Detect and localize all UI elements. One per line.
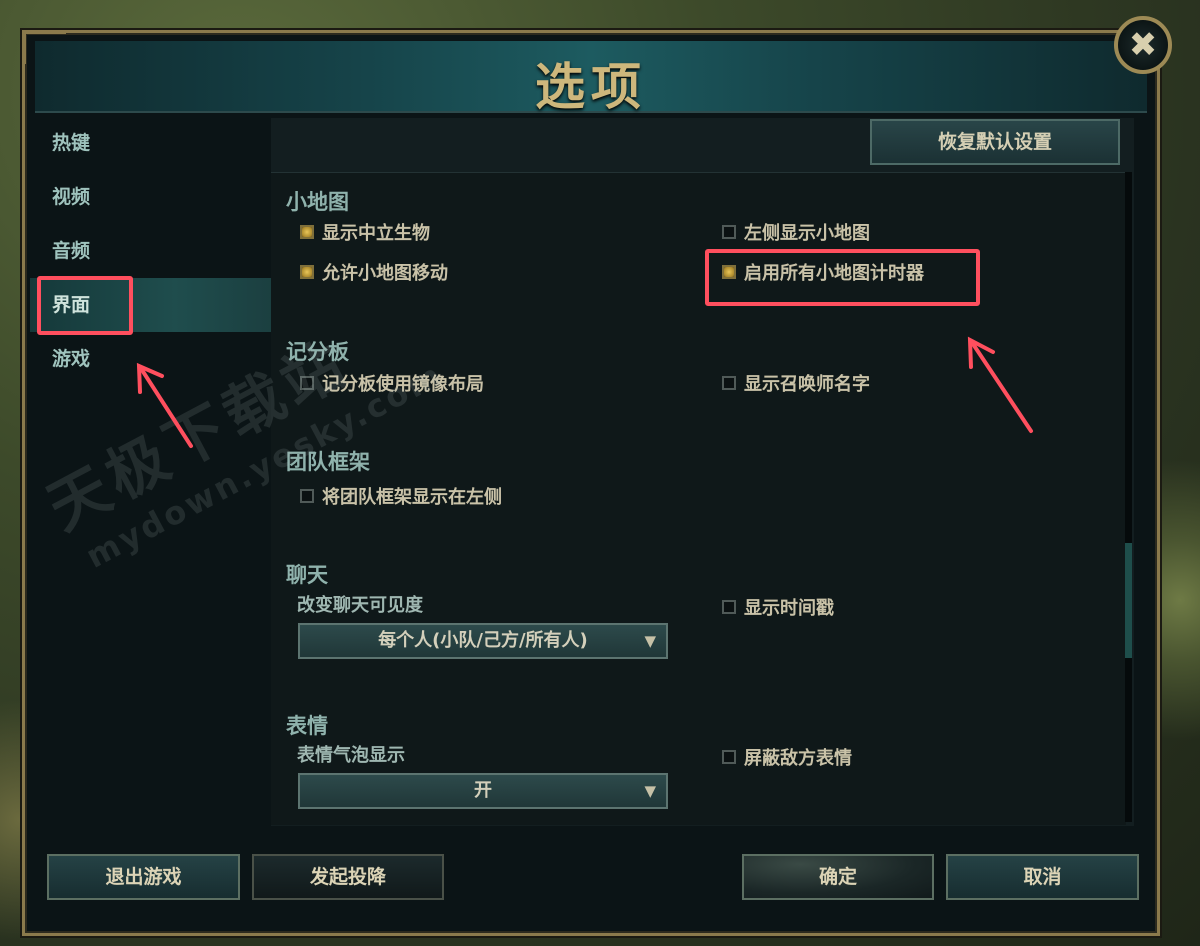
option-label: 记分板使用镜像布局 <box>322 374 484 395</box>
option-label: 允许小地图移动 <box>322 263 448 284</box>
dropdown-value: 开 <box>474 780 492 801</box>
emote-bubble-label: 表情气泡显示 <box>297 745 405 766</box>
sidebar-item-game[interactable]: 游戏 <box>30 332 272 386</box>
option-label: 显示中立生物 <box>322 223 430 244</box>
option-show-summoner-names[interactable]: 显示召唤师名字 <box>722 370 870 396</box>
section-title-team-frames: 团队框架 <box>286 450 370 474</box>
highlight-box-minimap-timers <box>705 249 980 306</box>
dropdown-value: 每个人(小队/己方/所有人) <box>378 630 588 651</box>
sidebar-item-audio[interactable]: 音频 <box>30 224 272 278</box>
window-title: 选项 <box>535 58 647 116</box>
option-label: 左侧显示小地图 <box>744 223 870 244</box>
option-scoreboard-mirror[interactable]: 记分板使用镜像布局 <box>300 370 484 396</box>
option-show-neutral-monsters[interactable]: 显示中立生物 <box>300 219 430 245</box>
sidebar-item-label: 游戏 <box>52 348 91 370</box>
sidebar: 热键 视频 音频 界面 游戏 <box>30 116 272 386</box>
checkbox-unchecked[interactable] <box>722 376 736 390</box>
checkbox-unchecked[interactable] <box>722 600 736 614</box>
option-minimap-left-side[interactable]: 左侧显示小地图 <box>722 219 870 245</box>
title-bar: 选项 <box>35 41 1147 116</box>
checkbox-checked[interactable] <box>300 265 314 279</box>
sidebar-item-hotkeys[interactable]: 热键 <box>30 116 272 170</box>
option-label: 显示召唤师名字 <box>744 374 870 395</box>
chat-visibility-label: 改变聊天可见度 <box>297 595 423 616</box>
frame-corner-ornament <box>22 30 66 64</box>
scrollbar-thumb[interactable] <box>1125 543 1132 658</box>
sidebar-item-label: 音频 <box>52 240 91 262</box>
highlight-box-interface <box>37 276 133 335</box>
close-icon: ✖ <box>1128 25 1158 65</box>
option-team-frames-left[interactable]: 将团队框架显示在左侧 <box>300 483 502 509</box>
section-title-chat: 聊天 <box>286 563 328 587</box>
checkbox-unchecked[interactable] <box>300 376 314 390</box>
dropdown-arrow-icon: ▼ <box>644 632 656 650</box>
checkbox-unchecked[interactable] <box>722 225 736 239</box>
checkbox-unchecked[interactable] <box>722 750 736 764</box>
cancel-button[interactable]: 取消 <box>946 854 1139 900</box>
section-title-scoreboard: 记分板 <box>286 340 349 364</box>
sidebar-item-label: 视频 <box>52 186 91 208</box>
dropdown-arrow-icon: ▼ <box>644 782 656 800</box>
option-show-timestamps[interactable]: 显示时间戳 <box>722 594 834 620</box>
option-block-enemy-emotes[interactable]: 屏蔽敌方表情 <box>722 744 852 770</box>
chat-visibility-dropdown[interactable]: 每个人(小队/己方/所有人) ▼ <box>298 623 668 659</box>
scrollbar-track[interactable] <box>1125 172 1132 822</box>
sidebar-item-video[interactable]: 视频 <box>30 170 272 224</box>
exit-game-button[interactable]: 退出游戏 <box>47 854 240 900</box>
checkbox-unchecked[interactable] <box>300 489 314 503</box>
restore-defaults-button[interactable]: 恢复默认设置 <box>870 119 1120 165</box>
option-label: 屏蔽敌方表情 <box>744 748 852 769</box>
close-button[interactable]: ✖ <box>1114 16 1172 74</box>
option-label: 显示时间戳 <box>744 598 834 619</box>
surrender-button[interactable]: 发起投降 <box>252 854 444 900</box>
checkbox-checked[interactable] <box>300 225 314 239</box>
section-title-minimap: 小地图 <box>286 190 349 214</box>
confirm-button[interactable]: 确定 <box>742 854 934 900</box>
option-allow-minimap-move[interactable]: 允许小地图移动 <box>300 259 448 285</box>
sidebar-item-label: 热键 <box>52 132 91 154</box>
section-title-emotes: 表情 <box>286 714 328 738</box>
emote-bubble-dropdown[interactable]: 开 ▼ <box>298 773 668 809</box>
option-label: 将团队框架显示在左侧 <box>322 487 502 508</box>
